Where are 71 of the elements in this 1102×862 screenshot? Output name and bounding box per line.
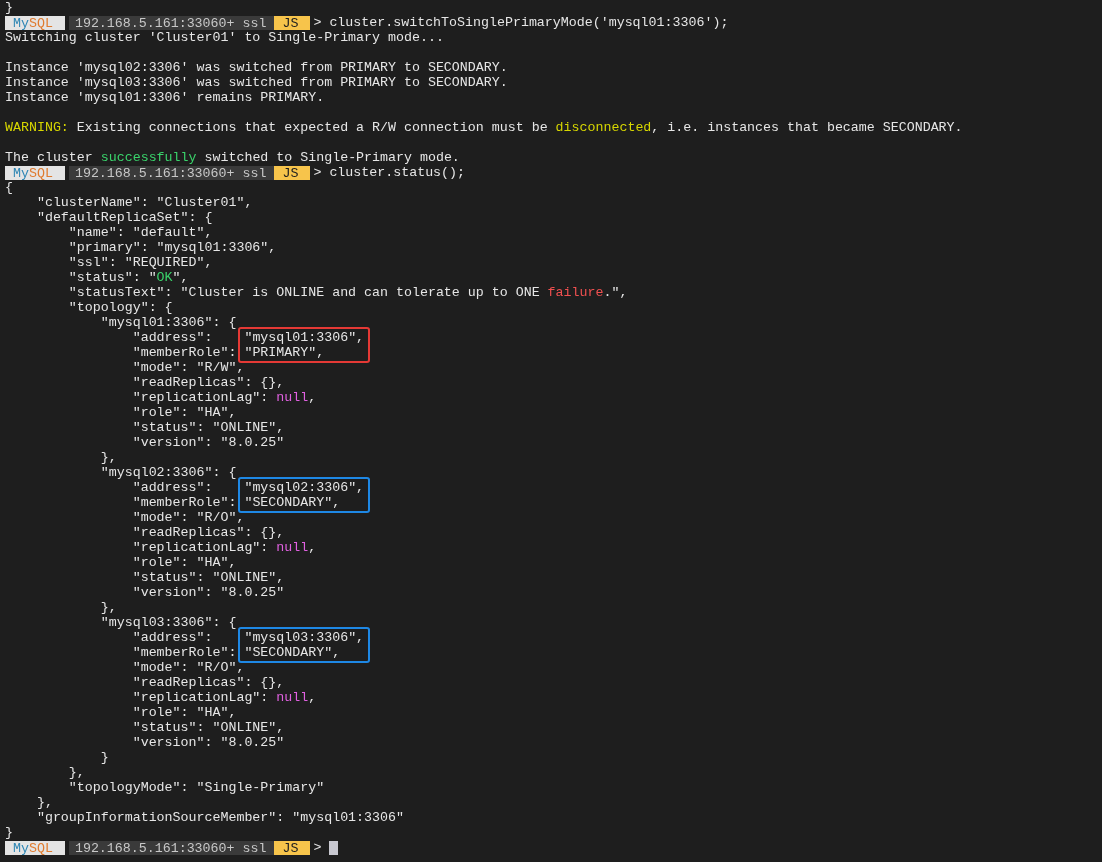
output-line: "primary": "mysql01:3306", [67, 240, 278, 255]
output-line: } [99, 750, 110, 765]
output-line: }, [99, 600, 118, 615]
json-key: "memberRole": [5, 345, 237, 360]
output-line: Instance 'mysql01:3306' remains PRIMARY. [5, 90, 326, 105]
output-line: "version": "8.0.25" [131, 735, 286, 750]
json-key: "memberRole": [5, 645, 237, 660]
output-line: Instance 'mysql02:3306' was switched from PRIMARY to SECONDARY. [5, 60, 509, 75]
mysql-label: MySQL [5, 15, 65, 30]
output-line: }, [67, 765, 86, 780]
json-key: "memberRole": [5, 495, 237, 510]
prompt-symbol: > [313, 840, 322, 855]
prompt-symbol: > [313, 15, 322, 30]
output-line: "mysql01:3306": { [99, 315, 238, 330]
output-line: "statusText": "Cluster is ONLINE and can tolerate up to ONE failure.", [67, 285, 629, 300]
output-line: "role": "HA", [131, 405, 238, 420]
output-line: "readReplicas": {}, [131, 525, 286, 540]
json-value: "mysql01:3306", [244, 330, 365, 345]
json-value: "SECONDARY", [244, 645, 342, 660]
json-key: "address": [5, 330, 237, 345]
prompt-symbol: > [313, 165, 322, 180]
output-line: "defaultReplicaSet": { [35, 210, 214, 225]
output-line: "ssl": "REQUIRED", [67, 255, 214, 270]
mode-label: JS [274, 165, 311, 180]
output-line: "status": "ONLINE", [131, 420, 286, 435]
output-line: "replicationLag": null, [131, 690, 318, 705]
output-line: WARNING: Existing connections that expected a R/W connection must be disconnected, i.e. instances that became SECONDARY. [5, 120, 964, 135]
output-line: } [5, 0, 14, 15]
output-line: "clusterName": "Cluster01", [35, 195, 254, 210]
output-line: "name": "default", [67, 225, 214, 240]
host-label: 192.168.5.161:33060+ ssl [68, 840, 275, 855]
output-line: The cluster successfully switched to Single-Primary mode. [5, 150, 461, 165]
host-label: 192.168.5.161:33060+ ssl [68, 165, 275, 180]
output-line: "status": "ONLINE", [131, 720, 286, 735]
output-line: "role": "HA", [131, 705, 238, 720]
output-line: "mode": "R/O", [131, 510, 246, 525]
output-line: "status": "OK", [67, 270, 190, 285]
output-line: "topology": { [67, 300, 174, 315]
json-value: "mysql03:3306", [244, 630, 365, 645]
host-label: 192.168.5.161:33060+ ssl [68, 15, 275, 30]
json-value: "mysql02:3306", [244, 480, 365, 495]
command-text: cluster.switchToSinglePrimaryMode('mysql01:3306'); [329, 15, 729, 30]
output-line: "mysql02:3306": { [99, 465, 238, 480]
json-key: "address": [5, 480, 237, 495]
output-line: "mode": "R/O", [131, 660, 246, 675]
mode-label: JS [274, 15, 311, 30]
output-line: "groupInformationSourceMember": "mysql01:3306" [35, 810, 405, 825]
output-line: "mysql03:3306": { [99, 615, 238, 630]
output-line: "status": "ONLINE", [131, 570, 286, 585]
output-line: "topologyMode": "Single-Primary" [67, 780, 326, 795]
output-line: Switching cluster 'Cluster01' to Single-Primary mode... [5, 30, 445, 45]
output-line: }, [35, 795, 54, 810]
json-key: "address": [5, 630, 237, 645]
json-value: "SECONDARY", [244, 495, 342, 510]
output-line: "version": "8.0.25" [131, 435, 286, 450]
output-line: "mode": "R/W", [131, 360, 246, 375]
output-line: { [5, 180, 14, 195]
output-line: "role": "HA", [131, 555, 238, 570]
json-value: "PRIMARY", [244, 345, 326, 360]
command-text: cluster.status(); [329, 165, 466, 180]
output-line: "replicationLag": null, [131, 390, 318, 405]
output-line: "readReplicas": {}, [131, 675, 286, 690]
output-line: "replicationLag": null, [131, 540, 318, 555]
output-line: }, [99, 450, 118, 465]
output-line: "version": "8.0.25" [131, 585, 286, 600]
mysql-label: MySQL [5, 165, 65, 180]
mode-label: JS [274, 840, 311, 855]
mysql-label: MySQL [5, 840, 65, 855]
output-line: Instance 'mysql03:3306' was switched from PRIMARY to SECONDARY. [5, 75, 509, 90]
output-line: } [5, 825, 14, 840]
output-line: "readReplicas": {}, [131, 375, 286, 390]
